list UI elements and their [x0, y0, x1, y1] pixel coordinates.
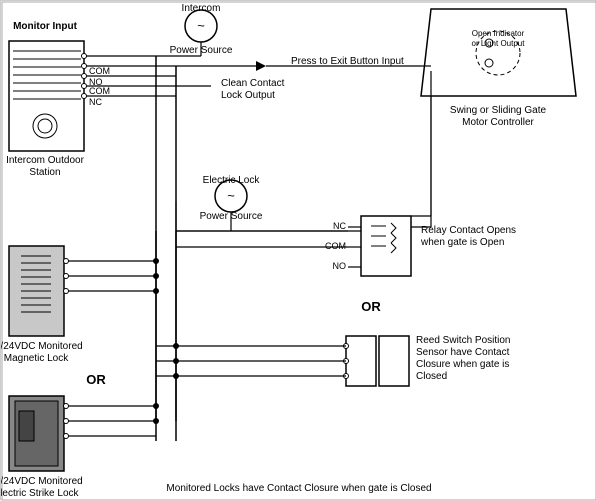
svg-text:OR: OR — [86, 372, 106, 387]
svg-text:NC: NC — [89, 97, 102, 107]
svg-text:12/24VDC Monitored: 12/24VDC Monitored — [1, 341, 83, 352]
svg-text:Electric Strike Lock: Electric Strike Lock — [1, 488, 80, 499]
svg-text:Sensor have Contact: Sensor have Contact — [416, 347, 510, 358]
svg-text:12/24VDC Monitored: 12/24VDC Monitored — [1, 476, 83, 487]
svg-text:Closed: Closed — [416, 371, 447, 382]
svg-text:NO: NO — [333, 261, 347, 271]
svg-text:Station: Station — [29, 167, 60, 178]
svg-text:Intercom Outdoor: Intercom Outdoor — [6, 155, 84, 166]
svg-text:Lock Output: Lock Output — [221, 90, 275, 101]
svg-text:Intercom: Intercom — [182, 3, 221, 14]
svg-text:~: ~ — [227, 188, 235, 203]
svg-text:Monitor Input: Monitor Input — [13, 21, 78, 32]
svg-text:NC: NC — [333, 221, 346, 231]
svg-text:Motor Controller: Motor Controller — [462, 117, 534, 128]
svg-text:Swing or Sliding Gate: Swing or Sliding Gate — [450, 105, 547, 116]
svg-text:Closure when gate is: Closure when gate is — [416, 359, 509, 370]
svg-text:Press to Exit Button Input: Press to Exit Button Input — [291, 56, 404, 67]
svg-text:Clean Contact: Clean Contact — [221, 78, 285, 89]
svg-text:Open Indicator: Open Indicator — [472, 29, 525, 38]
svg-text:~: ~ — [197, 18, 205, 33]
svg-text:or Light Output: or Light Output — [472, 39, 526, 48]
wiring-diagram: Monitor Input Intercom Outdoor Station C… — [0, 0, 596, 500]
svg-text:Electric Lock: Electric Lock — [203, 175, 261, 186]
svg-text:when gate is Open: when gate is Open — [420, 237, 504, 248]
svg-text:COM: COM — [325, 241, 346, 251]
svg-text:COM: COM — [89, 66, 110, 76]
svg-text:OR: OR — [361, 299, 381, 314]
svg-text:Reed Switch Position: Reed Switch Position — [416, 335, 511, 346]
svg-text:Magnetic Lock: Magnetic Lock — [4, 353, 69, 364]
svg-text:Monitored Locks have Contact C: Monitored Locks have Contact Closure whe… — [166, 483, 431, 494]
svg-text:COM: COM — [89, 86, 110, 96]
svg-text:Relay Contact Opens: Relay Contact Opens — [421, 225, 516, 236]
